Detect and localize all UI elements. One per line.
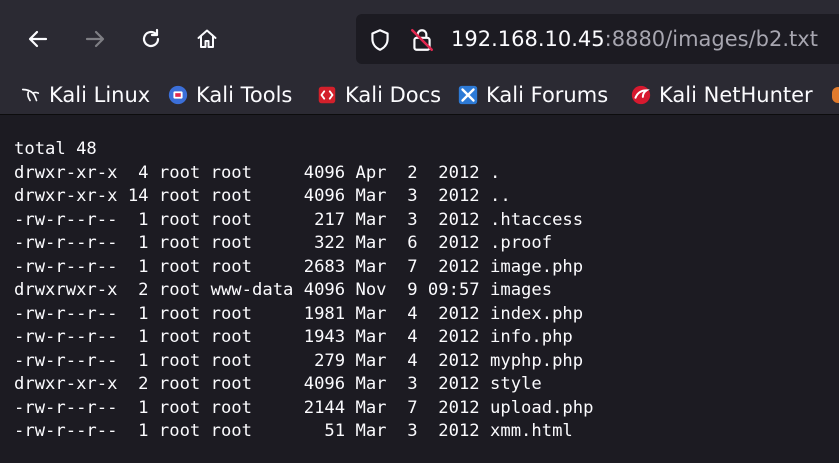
forward-arrow-icon bbox=[85, 30, 105, 48]
bookmark-kali-docs[interactable]: Kali Docs bbox=[316, 80, 441, 110]
kali-dragon-icon bbox=[21, 88, 40, 102]
home-button[interactable] bbox=[188, 20, 226, 58]
bookmarks-overflow-icon[interactable] bbox=[832, 87, 839, 103]
navigation-toolbar: 192.168.10.45:8880/images/b2.txt bbox=[0, 0, 839, 76]
listing-line: -rw-r--r-- 1 root root 279 Mar 4 2012 my… bbox=[14, 350, 584, 371]
bookmark-label: Kali Forums bbox=[486, 83, 609, 107]
home-icon bbox=[197, 29, 217, 48]
bookmark-kali-forums[interactable]: Kali Forums bbox=[457, 80, 608, 110]
listing-line: -rw-r--r-- 1 root root 51 Mar 3 2012 xmm… bbox=[14, 421, 573, 441]
listing-line: drwxr-xr-x 2 root root 4096 Mar 3 2012 s… bbox=[14, 374, 542, 394]
bookmark-label: Kali Docs bbox=[345, 83, 442, 107]
url-text[interactable]: 192.168.10.45:8880/images/b2.txt bbox=[451, 24, 818, 54]
back-arrow-icon bbox=[28, 30, 48, 48]
bookmark-kali-nethunter[interactable]: Kali NetHunter bbox=[630, 80, 813, 110]
listing-line: -rw-r--r-- 1 root root 1981 Mar 4 2012 i… bbox=[14, 303, 584, 324]
bookmarks-toolbar: Kali Linux Kali Tools Kali Docs Kali For… bbox=[0, 76, 839, 115]
listing-line: -rw-r--r-- 1 root root 217 Mar 3 2012 .h… bbox=[14, 209, 584, 230]
listing-line: drwxrwxr-x 2 root www-data 4096 Nov 9 09… bbox=[14, 280, 553, 300]
listing-line: -rw-r--r-- 1 root root 322 Mar 6 2012 .p… bbox=[14, 233, 553, 253]
listing-line: -rw-r--r-- 1 root root 1943 Mar 4 2012 i… bbox=[14, 327, 573, 347]
reload-button[interactable] bbox=[132, 20, 170, 58]
url-host: 192.168.10.45 bbox=[451, 27, 605, 51]
listing-line: -rw-r--r-- 1 root root 2683 Mar 7 2012 i… bbox=[14, 256, 584, 277]
bookmark-kali-linux[interactable]: Kali Linux bbox=[20, 80, 150, 110]
address-bar[interactable]: 192.168.10.45:8880/images/b2.txt bbox=[356, 14, 839, 64]
shield-icon[interactable] bbox=[367, 27, 393, 53]
listing-line-total: total 48 bbox=[14, 139, 97, 159]
url-path: :8880/images/b2.txt bbox=[604, 27, 818, 51]
bookmark-label: Kali NetHunter bbox=[659, 83, 813, 107]
listing-line: drwxr-xr-x 14 root root 4096 Mar 3 2012 … bbox=[14, 186, 511, 206]
directory-listing: total 48 drwxr-xr-x 4 root root 4096 Apr … bbox=[14, 138, 593, 444]
listing-line: drwxr-xr-x 4 root root 4096 Apr 2 2012 . bbox=[14, 162, 501, 183]
insecure-lock-icon[interactable] bbox=[409, 27, 435, 53]
bookmark-label: Kali Linux bbox=[49, 83, 151, 107]
kali-nethunter-icon bbox=[631, 85, 651, 105]
kali-forums-icon bbox=[458, 85, 478, 105]
forward-button[interactable] bbox=[76, 20, 114, 58]
bookmark-label: Kali Tools bbox=[196, 83, 293, 107]
kali-tools-icon bbox=[168, 85, 188, 105]
page-content: total 48 drwxr-xr-x 4 root root 4096 Apr … bbox=[0, 115, 839, 463]
reload-icon bbox=[142, 28, 160, 48]
bookmark-kali-tools[interactable]: Kali Tools bbox=[167, 80, 292, 110]
kali-docs-icon bbox=[318, 86, 336, 104]
listing-line: -rw-r--r-- 1 root root 2144 Mar 7 2012 u… bbox=[14, 397, 594, 418]
back-button[interactable] bbox=[19, 20, 57, 58]
